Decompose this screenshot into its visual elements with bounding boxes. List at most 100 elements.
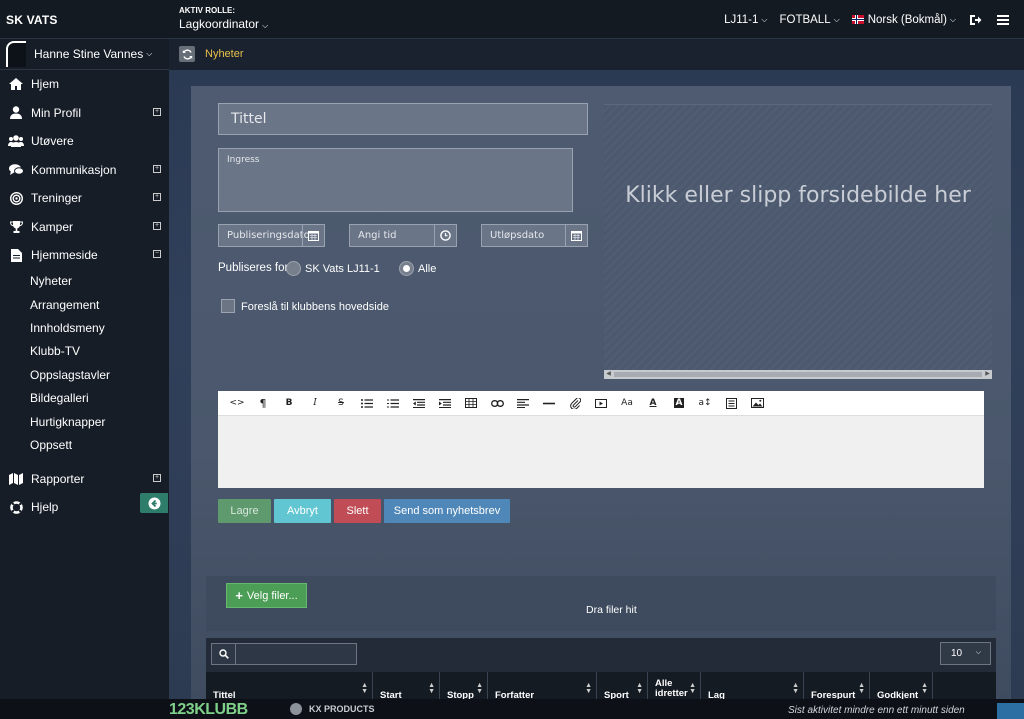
sidebar-item-utovere[interactable]: Utøvere — [0, 127, 169, 156]
sport-selector[interactable]: FOTBALL ⌵ — [779, 14, 839, 26]
submenu-item-hurtigknapper[interactable]: Hurtigknapper — [0, 410, 169, 433]
image-horizontal-scrollbar[interactable]: ◀ ▶ — [604, 370, 992, 379]
submenu-item-innholdsmeny[interactable]: Innholdsmeny — [0, 316, 169, 339]
expand-icon[interactable]: + — [153, 164, 161, 173]
column-header-stopp[interactable]: Stopp ▲ ▼ — [440, 672, 488, 701]
sidebar-item-kamper[interactable]: Kamper + — [0, 213, 169, 242]
sidebar-item-rapporter[interactable]: Rapporter + — [0, 465, 169, 494]
collapse-icon[interactable]: − — [153, 250, 161, 258]
expand-icon[interactable]: + — [153, 193, 161, 201]
radio-team[interactable] — [286, 261, 301, 276]
column-header-tittel[interactable]: Tittel ▲ ▼ — [206, 672, 373, 701]
numbered-list-icon[interactable] — [380, 393, 406, 413]
expand-icon[interactable]: + — [153, 473, 161, 482]
suggest-main-page-checkbox[interactable] — [221, 299, 235, 313]
cover-image-dropzone[interactable]: Klikk eller slipp forsidebilde her — [604, 104, 992, 370]
column-header-alle-idretter[interactable]: Alle idretter ▲ ▼ — [648, 672, 701, 699]
align-icon[interactable] — [510, 393, 536, 413]
table-icon[interactable] — [458, 393, 484, 413]
choose-files-button[interactable]: + Velg filer... — [226, 583, 307, 608]
outdent-icon[interactable] — [406, 393, 432, 413]
submenu-item-bildegalleri[interactable]: Bildegalleri — [0, 386, 169, 409]
video-icon[interactable] — [588, 393, 614, 413]
active-role-value[interactable]: Lagkoordinator ⌵ — [179, 17, 268, 31]
sort-icon: ▲ ▼ — [636, 682, 643, 695]
image-icon[interactable] — [744, 393, 770, 413]
text-size-icon[interactable]: a↕ — [692, 393, 718, 413]
sidebar-item-hjem[interactable]: Hjem — [0, 70, 169, 99]
klubb-logo[interactable]: 123KLUBB — [169, 702, 248, 718]
chat-support-button[interactable] — [997, 703, 1024, 719]
link-icon[interactable] — [484, 393, 510, 413]
sidebar-item-treninger[interactable]: Treninger + — [0, 184, 169, 213]
column-header-godkjent[interactable]: Godkjent ▲ ▼ — [870, 672, 933, 701]
bold-icon[interactable]: B — [276, 393, 302, 413]
radio-team-label[interactable]: SK Vats LJ11-1 — [305, 263, 380, 275]
radio-all[interactable] — [399, 261, 414, 276]
submenu-item-klubb-tv[interactable]: Klubb-TV — [0, 340, 169, 363]
logout-icon[interactable] — [968, 13, 982, 27]
ingress-textarea[interactable]: Ingress — [218, 148, 573, 212]
menu-icon[interactable] — [996, 13, 1010, 27]
suggest-main-page-label[interactable]: Foreslå til klubbens hovedside — [241, 301, 389, 313]
trophy-icon — [8, 220, 24, 234]
user-menu[interactable]: Hanne Stine Vannes ⌵ — [0, 39, 169, 70]
indent-icon[interactable] — [432, 393, 458, 413]
submenu-item-arrangement[interactable]: Arrangement — [0, 293, 169, 316]
column-header-start[interactable]: Start ▲ ▼ — [373, 672, 440, 701]
expiry-date-field[interactable]: Utløpsdato — [481, 224, 588, 247]
refresh-icon[interactable] — [179, 46, 195, 62]
kx-products-logo[interactable]: KX PRODUCTS — [290, 703, 375, 715]
calendar-icon[interactable] — [565, 225, 587, 246]
scroll-left-icon[interactable]: ◀ — [604, 370, 613, 379]
cancel-button[interactable]: Avbryt — [274, 499, 331, 523]
submenu-item-oppsett[interactable]: Oppsett — [0, 433, 169, 456]
time-field[interactable]: Angi tid — [349, 224, 457, 247]
strikethrough-icon[interactable]: S — [328, 393, 354, 413]
sort-icon: ▲ ▼ — [921, 682, 928, 695]
code-view-icon[interactable]: <> — [224, 393, 250, 413]
choose-files-label: Velg filer... — [246, 589, 298, 602]
font-color-icon[interactable]: A — [640, 393, 666, 413]
editor-content-area[interactable] — [218, 416, 984, 488]
scroll-right-icon[interactable]: ▶ — [983, 370, 992, 379]
sidebar-item-min-profil[interactable]: Min Profil + — [0, 99, 169, 128]
font-size-icon[interactable]: Aa — [614, 393, 640, 413]
calendar-icon[interactable] — [302, 225, 324, 246]
delete-button[interactable]: Slett — [334, 499, 381, 523]
italic-icon[interactable]: I — [302, 393, 328, 413]
club-brand[interactable]: SK VATS — [6, 13, 58, 27]
column-header-forfatter[interactable]: Forfatter ▲ ▼ — [488, 672, 597, 701]
table-search-input[interactable] — [211, 643, 357, 665]
team-selector[interactable]: LJ11-1 ⌵ — [724, 14, 767, 26]
title-input[interactable]: Tittel — [218, 103, 588, 135]
background-color-icon[interactable]: A — [666, 393, 692, 413]
column-header-lag[interactable]: Lag ▲ ▼ — [701, 672, 804, 701]
sort-icon: ▲ ▼ — [361, 682, 368, 695]
clock-icon[interactable] — [434, 225, 456, 246]
scrollbar-thumb[interactable] — [614, 372, 982, 377]
attach-icon[interactable] — [562, 393, 588, 413]
language-selector[interactable]: Norsk (Bokmål) ⌵ — [851, 14, 956, 26]
breadcrumb-current[interactable]: Nyheter — [205, 48, 244, 60]
save-button[interactable]: Lagre — [218, 499, 271, 523]
sidebar-item-hjemmeside[interactable]: Hjemmeside − — [0, 241, 169, 270]
horizontal-rule-icon[interactable] — [536, 393, 562, 413]
page-size-select[interactable]: 10 ⌵ — [940, 642, 991, 665]
submenu-item-oppslagstavler[interactable]: Oppslagstavler — [0, 363, 169, 386]
column-header-sport[interactable]: Sport ▲ ▼ — [597, 672, 648, 701]
active-role[interactable]: AKTIV ROLLE: Lagkoordinator ⌵ — [179, 6, 268, 31]
publish-date-field[interactable]: Publiseringsdato — [218, 224, 325, 247]
collapse-sidebar-button[interactable] — [140, 493, 168, 513]
send-newsletter-button[interactable]: Send som nyhetsbrev — [384, 499, 510, 523]
radio-all-label[interactable]: Alle — [418, 263, 436, 275]
expand-icon[interactable]: + — [153, 221, 161, 230]
submenu-item-nyheter[interactable]: Nyheter — [0, 270, 169, 293]
paragraph-icon[interactable]: ¶ — [250, 393, 276, 413]
template-icon[interactable] — [718, 393, 744, 413]
map-icon — [8, 472, 24, 486]
sidebar-item-kommunikasjon[interactable]: Kommunikasjon + — [0, 156, 169, 185]
expand-icon[interactable]: + — [153, 107, 161, 116]
bulleted-list-icon[interactable] — [354, 393, 380, 413]
column-header-forespurt[interactable]: Forespurt ▲ ▼ — [804, 672, 870, 701]
